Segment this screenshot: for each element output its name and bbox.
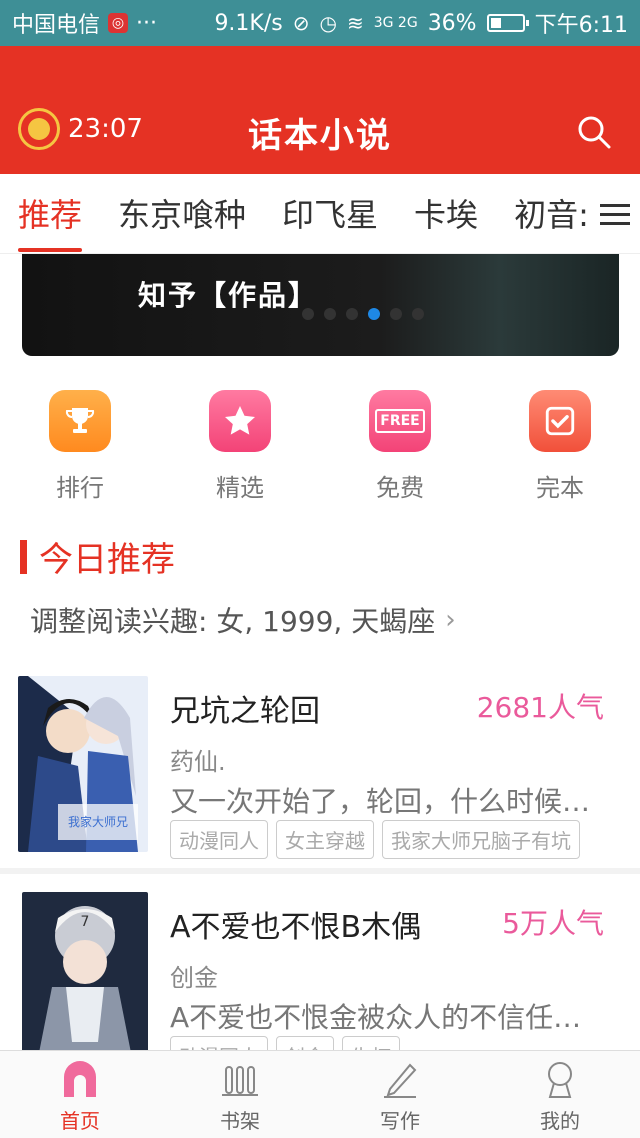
nav-write[interactable]: 写作 — [320, 1051, 480, 1138]
search-icon[interactable] — [576, 114, 612, 150]
bottom-navigation: 首页 书架 写作 我的 — [0, 1050, 640, 1138]
mute-icon: ⊘ — [292, 11, 310, 35]
section-title: 今日推荐 — [39, 540, 175, 580]
pager-dot — [302, 308, 314, 320]
book-tags: 动漫同人 女主穿越 我家大师兄脑子有坑 — [170, 820, 580, 859]
book-cover: 7 — [22, 892, 148, 1068]
alarm-icon: ◷ — [319, 11, 337, 35]
trophy-icon — [49, 390, 111, 452]
quick-entries: 排行 精选 FREE 免费 完本 — [0, 390, 640, 510]
tag[interactable]: 动漫同人 — [170, 820, 268, 859]
nav-write-label: 写作 — [380, 1109, 420, 1133]
banner-pager — [302, 308, 424, 320]
popularity-count: 2681人气 — [476, 691, 604, 724]
book-author: 药仙. — [170, 748, 226, 776]
tab-yinfeixing[interactable]: 印飞星 — [264, 174, 396, 253]
carrier-label: 中国电信 — [12, 13, 101, 38]
star-icon — [209, 390, 271, 452]
free-badge: FREE — [375, 409, 425, 433]
home-icon — [64, 1061, 96, 1097]
section-marker — [20, 539, 27, 574]
tab-tokyo-ghoul[interactable]: 东京喰种 — [100, 174, 264, 253]
free-entry[interactable]: FREE 免费 — [320, 390, 480, 510]
battery-percent: 36% — [427, 10, 477, 36]
tag[interactable]: 女主穿越 — [276, 820, 374, 859]
more-notifications-icon: ··· — [136, 10, 157, 36]
tag[interactable]: 我家大师兄脑子有坑 — [382, 820, 580, 859]
list-divider — [0, 868, 640, 874]
nav-bookshelf-label: 书架 — [220, 1109, 260, 1133]
app-header: 23:07 话本小说 — [0, 46, 640, 174]
free-label: 免费 — [376, 474, 424, 502]
book-cover: 我家大师兄 — [18, 676, 148, 852]
promo-banner[interactable]: 知予【作品】 — [22, 254, 619, 356]
free-icon: FREE — [369, 390, 431, 452]
book-title: 兄坑之轮回 — [170, 694, 320, 729]
nav-home-label: 首页 — [60, 1109, 100, 1133]
completed-entry[interactable]: 完本 — [480, 390, 640, 510]
popularity-count: 5万人气 — [502, 907, 604, 940]
tabs-menu-button[interactable] — [590, 174, 640, 253]
wifi-icon: ≋ — [346, 11, 364, 35]
completed-label: 完本 — [536, 474, 584, 502]
pager-dot — [412, 308, 424, 320]
status-bar: 中国电信 ◎ ··· 9.1K/s ⊘ ◷ ≋ 3G 2G 36% 下午6:11 — [0, 0, 640, 46]
ranking-label: 排行 — [56, 474, 104, 502]
network-speed: 9.1K/s — [214, 10, 283, 36]
featured-label: 精选 — [216, 474, 264, 502]
nav-profile[interactable]: 我的 — [480, 1051, 640, 1138]
category-tabs: 推荐 东京喰种 印飞星 卡埃 初音: — [0, 174, 640, 254]
bookshelf-icon — [222, 1066, 258, 1096]
reading-interest-link[interactable]: 调整阅读兴趣: 女, 1999, 天蝎座 › — [30, 600, 456, 640]
book-description: A不爱也不恨金被众人的不信任，最终 — [170, 1001, 602, 1034]
tab-kaai[interactable]: 卡埃 — [396, 174, 496, 253]
pager-dot — [324, 308, 336, 320]
nav-bookshelf[interactable]: 书架 — [160, 1051, 320, 1138]
app-notification-icon: ◎ — [108, 13, 129, 33]
nav-profile-label: 我的 — [540, 1109, 580, 1133]
ranking-entry[interactable]: 排行 — [0, 390, 160, 510]
book-title: A不爱也不恨B木偶 — [170, 910, 422, 945]
list-item[interactable]: 我家大师兄 兄坑之轮回 2681人气 药仙. 又一次开始了，轮回，什么时候结束 … — [0, 676, 640, 886]
pager-dot-active — [368, 308, 380, 320]
check-icon — [529, 390, 591, 452]
featured-entry[interactable]: 精选 — [160, 390, 320, 510]
signal-icon: 3G 2G — [373, 15, 418, 31]
app-title: 话本小说 — [248, 116, 392, 156]
svg-text:7: 7 — [81, 914, 90, 930]
tab-recommend[interactable]: 推荐 — [0, 174, 100, 253]
clock: 下午6:11 — [534, 13, 628, 38]
menu-icon — [600, 198, 630, 231]
pen-icon — [384, 1063, 417, 1098]
pager-dot — [346, 308, 358, 320]
pager-dot — [390, 308, 402, 320]
book-description: 又一次开始了，轮回，什么时候结束 — [170, 785, 602, 818]
section-header: 今日推荐 — [20, 532, 175, 581]
nav-home[interactable]: 首页 — [0, 1051, 160, 1138]
battery-icon — [486, 14, 529, 32]
banner-caption: 知予【作品】 — [138, 279, 319, 312]
chevron-right-icon: › — [445, 605, 456, 635]
profile-icon — [548, 1062, 572, 1098]
book-author: 创金 — [170, 964, 218, 992]
svg-text:我家大师兄: 我家大师兄 — [68, 814, 128, 829]
interest-text: 调整阅读兴趣: 女, 1999, 天蝎座 — [30, 605, 436, 638]
